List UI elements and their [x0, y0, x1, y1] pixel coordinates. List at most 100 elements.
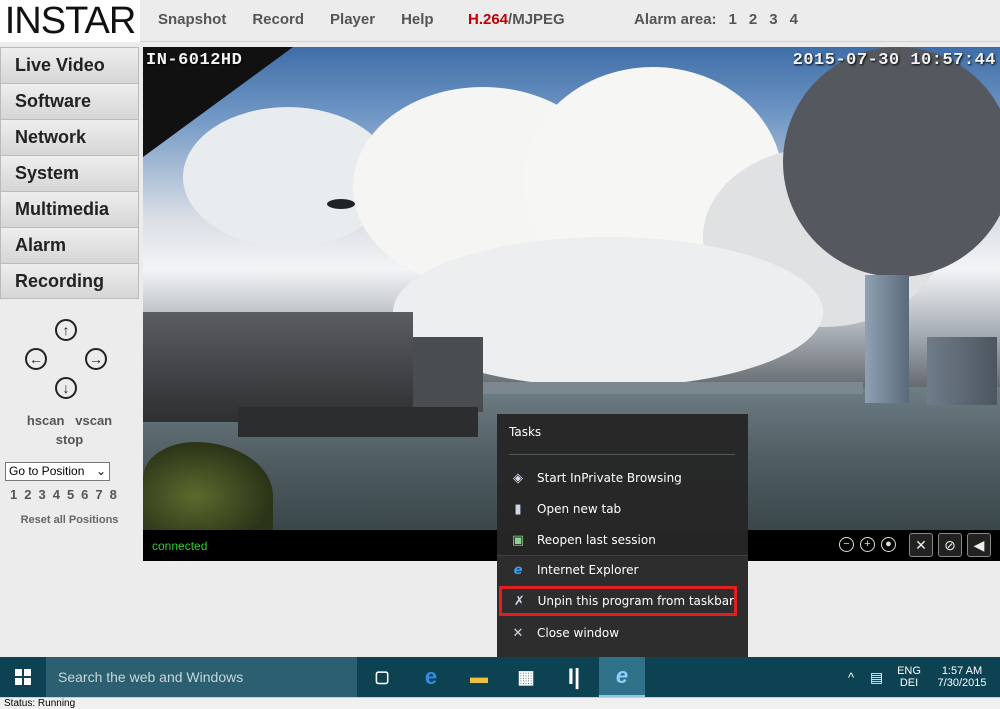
jump-task-inprivate[interactable]: ◈ Start InPrivate Browsing	[497, 463, 748, 493]
scan-row: hscan vscan	[0, 413, 139, 428]
internet-explorer-icon: e	[513, 562, 523, 578]
go-to-position-value: Go to Position	[9, 464, 85, 478]
snapshot-link[interactable]: Snapshot	[158, 11, 226, 28]
position-5[interactable]: 5	[67, 487, 74, 502]
record-dot-icon[interactable]: ●	[881, 537, 896, 552]
camera-web-ui: INSTAR Snapshot Record Player Help H.264…	[0, 0, 1000, 709]
store-icon[interactable]: ▦	[503, 657, 549, 697]
alarm-area-label: Alarm area:	[634, 11, 717, 28]
sidebar-menu: Live Video Software Network System Multi…	[0, 47, 139, 299]
position-1[interactable]: 1	[10, 487, 17, 502]
alarm-area-4[interactable]: 4	[790, 11, 798, 28]
position-6[interactable]: 6	[81, 487, 88, 502]
language-indicator[interactable]: ENG DEI	[896, 657, 922, 697]
distant-city	[483, 382, 863, 394]
position-8[interactable]: 8	[110, 487, 117, 502]
clock-date: 7/30/2015	[937, 677, 987, 689]
logo-text: INSTAR	[4, 0, 137, 42]
jump-list-separator	[509, 454, 735, 455]
reset-positions-link[interactable]: Reset all Positions	[0, 514, 139, 526]
alarm-area-1[interactable]: 1	[729, 11, 737, 28]
pan-right-icon[interactable]: →	[85, 348, 107, 370]
clock-time: 1:57 AM	[941, 665, 983, 677]
new-tab-icon: ▮	[514, 501, 522, 517]
jump-app-internet-explorer[interactable]: e Internet Explorer	[497, 555, 748, 585]
building	[927, 337, 997, 405]
inprivate-icon: ◈	[513, 470, 523, 486]
microphone-mute-icon[interactable]: ⊘	[938, 533, 962, 557]
instar-logo: INSTAR	[0, 0, 140, 42]
windows-logo-icon	[15, 669, 31, 685]
start-button[interactable]	[0, 657, 46, 697]
close-icon: ✕	[512, 625, 524, 641]
zoom-in-icon[interactable]: +	[860, 537, 875, 552]
position-2[interactable]: 2	[24, 487, 31, 502]
record-link[interactable]: Record	[252, 11, 304, 28]
notifications-icon[interactable]: ▤	[870, 657, 883, 697]
internet-explorer-taskbar-icon[interactable]: e	[599, 657, 645, 697]
top-nav: Snapshot Record Player Help	[158, 11, 460, 28]
speaker-mute-icon[interactable]: ◀	[967, 533, 991, 557]
taskbar-jump-list: Tasks ◈ Start InPrivate Browsing ▮ Open …	[497, 414, 748, 658]
jump-task-reopen-session[interactable]: ▣ Reopen last session	[497, 525, 748, 555]
go-to-position-select[interactable]: Go to Position ⌄	[5, 462, 110, 481]
zoom-out-icon[interactable]: −	[839, 537, 854, 552]
helicopter	[327, 199, 355, 209]
sidebar-item-system[interactable]: System	[0, 155, 139, 191]
sidebar-item-multimedia[interactable]: Multimedia	[0, 191, 139, 227]
alarm-area-3[interactable]: 3	[769, 11, 777, 28]
hscan-button[interactable]: hscan	[27, 413, 65, 428]
alarm-area-2[interactable]: 2	[749, 11, 757, 28]
position-4[interactable]: 4	[53, 487, 60, 502]
file-explorer-icon[interactable]: ▬	[456, 657, 502, 697]
jump-close-window[interactable]: ✕ Close window	[497, 618, 748, 648]
timestamp-overlay: 2015-07-30 10:57:44	[792, 51, 996, 70]
language-top: ENG	[897, 665, 921, 677]
camera-name-overlay: IN-6012HD	[146, 51, 243, 70]
sidebar-item-recording[interactable]: Recording	[0, 263, 139, 299]
jump-task-label: Reopen last session	[537, 533, 656, 547]
pan-up-icon[interactable]: ↑	[55, 319, 77, 341]
language-bottom: DEI	[899, 677, 919, 689]
sidebar-item-software[interactable]: Software	[0, 83, 139, 119]
instar-app-icon[interactable]: I|	[551, 657, 597, 697]
vscan-button[interactable]: vscan	[75, 413, 112, 428]
unpin-icon: ✗	[513, 593, 525, 609]
status-text: Status: Running	[4, 698, 76, 709]
player-link[interactable]: Player	[330, 11, 375, 28]
browser-status-bar: Status: Running	[0, 697, 1000, 709]
jump-task-label: Open new tab	[537, 502, 622, 516]
pan-left-icon[interactable]: ←	[25, 348, 47, 370]
jump-unpin-label: Unpin this program from taskbar	[537, 594, 734, 608]
jump-task-label: Start InPrivate Browsing	[537, 471, 682, 485]
pier-building	[143, 312, 413, 422]
clock[interactable]: 1:57 AM 7/30/2015	[932, 657, 992, 697]
h264-link[interactable]: H.264	[468, 11, 508, 28]
jump-close-label: Close window	[537, 626, 620, 640]
mjpeg-link[interactable]: /MJPEG	[508, 11, 565, 28]
task-view-icon[interactable]: ▢	[359, 657, 405, 697]
taskbar-search-box[interactable]: Search the web and Windows	[46, 657, 357, 697]
stop-button[interactable]: stop	[0, 432, 139, 447]
skyscraper	[865, 275, 909, 403]
show-hidden-icons-icon[interactable]: ^	[848, 657, 854, 697]
jump-app-label: Internet Explorer	[537, 563, 639, 577]
sidebar-item-alarm[interactable]: Alarm	[0, 227, 139, 263]
pier-tower	[413, 337, 483, 412]
alarm-area-selector: Alarm area: 1 2 3 4	[634, 11, 798, 28]
sidebar-item-network[interactable]: Network	[0, 119, 139, 155]
position-numbers: 1 2 3 4 5 6 7 8	[10, 487, 117, 502]
connection-status: connected	[152, 539, 208, 553]
pan-down-icon[interactable]: ↓	[55, 377, 77, 399]
settings-tools-icon[interactable]: ✕	[909, 533, 933, 557]
position-3[interactable]: 3	[38, 487, 45, 502]
top-menu-bar: Snapshot Record Player Help H.264/MJPEG …	[140, 0, 1000, 42]
codec-switch[interactable]: H.264/MJPEG	[468, 11, 565, 28]
edge-browser-icon[interactable]: e	[408, 657, 454, 697]
help-link[interactable]: Help	[401, 11, 434, 28]
jump-unpin-from-taskbar[interactable]: ✗ Unpin this program from taskbar	[499, 586, 737, 616]
cloud	[783, 47, 1000, 277]
jump-task-new-tab[interactable]: ▮ Open new tab	[497, 494, 748, 524]
position-7[interactable]: 7	[95, 487, 102, 502]
sidebar-item-live-video[interactable]: Live Video	[0, 47, 139, 83]
